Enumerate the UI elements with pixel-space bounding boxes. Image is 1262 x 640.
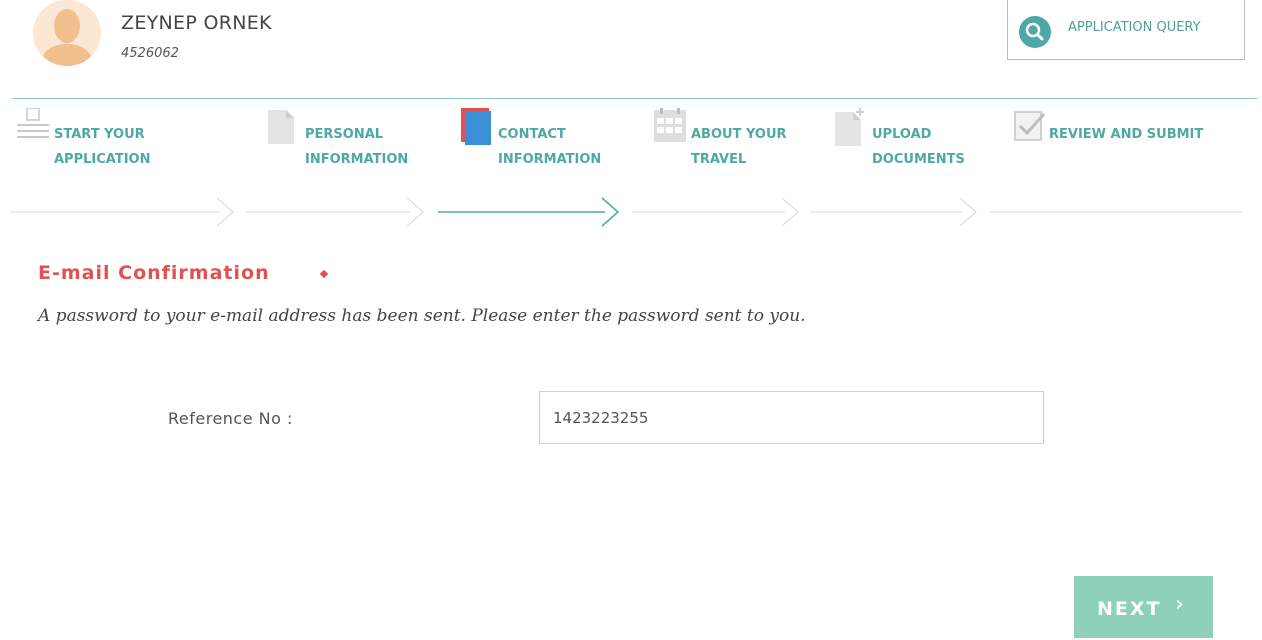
user-name: ZEYNEP ORNEK	[121, 12, 272, 34]
reference-no-label: Reference No :	[168, 409, 293, 428]
avatar	[33, 0, 101, 66]
upload-document-icon	[835, 108, 864, 146]
progress-segment	[245, 197, 424, 227]
required-indicator	[319, 269, 329, 279]
progress-segment	[10, 197, 234, 227]
section-title: E-mail Confirmation	[38, 262, 270, 284]
next-label: NEXT	[1097, 598, 1162, 620]
application-query-button[interactable]: APPLICATION QUERY	[1007, 0, 1245, 60]
step-label: CONTACT INFORMATION	[498, 127, 602, 167]
progress-segment-active	[438, 197, 620, 227]
application-query-label: APPLICATION QUERY	[1068, 20, 1201, 35]
search-icon	[1019, 16, 1051, 48]
contact-book-icon	[461, 108, 491, 145]
reference-no-input[interactable]	[539, 391, 1044, 444]
calendar-icon	[654, 108, 686, 142]
list-icon	[17, 108, 49, 138]
user-id: 4526062	[121, 46, 179, 61]
section-description: A password to your e-mail address has be…	[38, 306, 806, 326]
user-avatar-icon	[33, 0, 101, 66]
progress-track	[10, 197, 1242, 227]
step-label: START YOUR APPLICATION	[54, 127, 151, 167]
step-label: UPLOAD DOCUMENTS	[872, 127, 965, 167]
next-button[interactable]: NEXT ›	[1074, 576, 1213, 638]
header-divider	[12, 98, 1258, 99]
step-label: REVIEW AND SUBMIT	[1049, 127, 1204, 142]
step-label: ABOUT YOUR TRAVEL	[691, 127, 787, 167]
checkbox-icon	[1014, 111, 1046, 141]
chevron-right-icon: ›	[1175, 592, 1184, 617]
progress-segment	[632, 197, 799, 227]
document-icon	[268, 110, 294, 144]
progress-segment	[810, 197, 977, 227]
step-label: PERSONAL INFORMATION	[305, 127, 409, 167]
